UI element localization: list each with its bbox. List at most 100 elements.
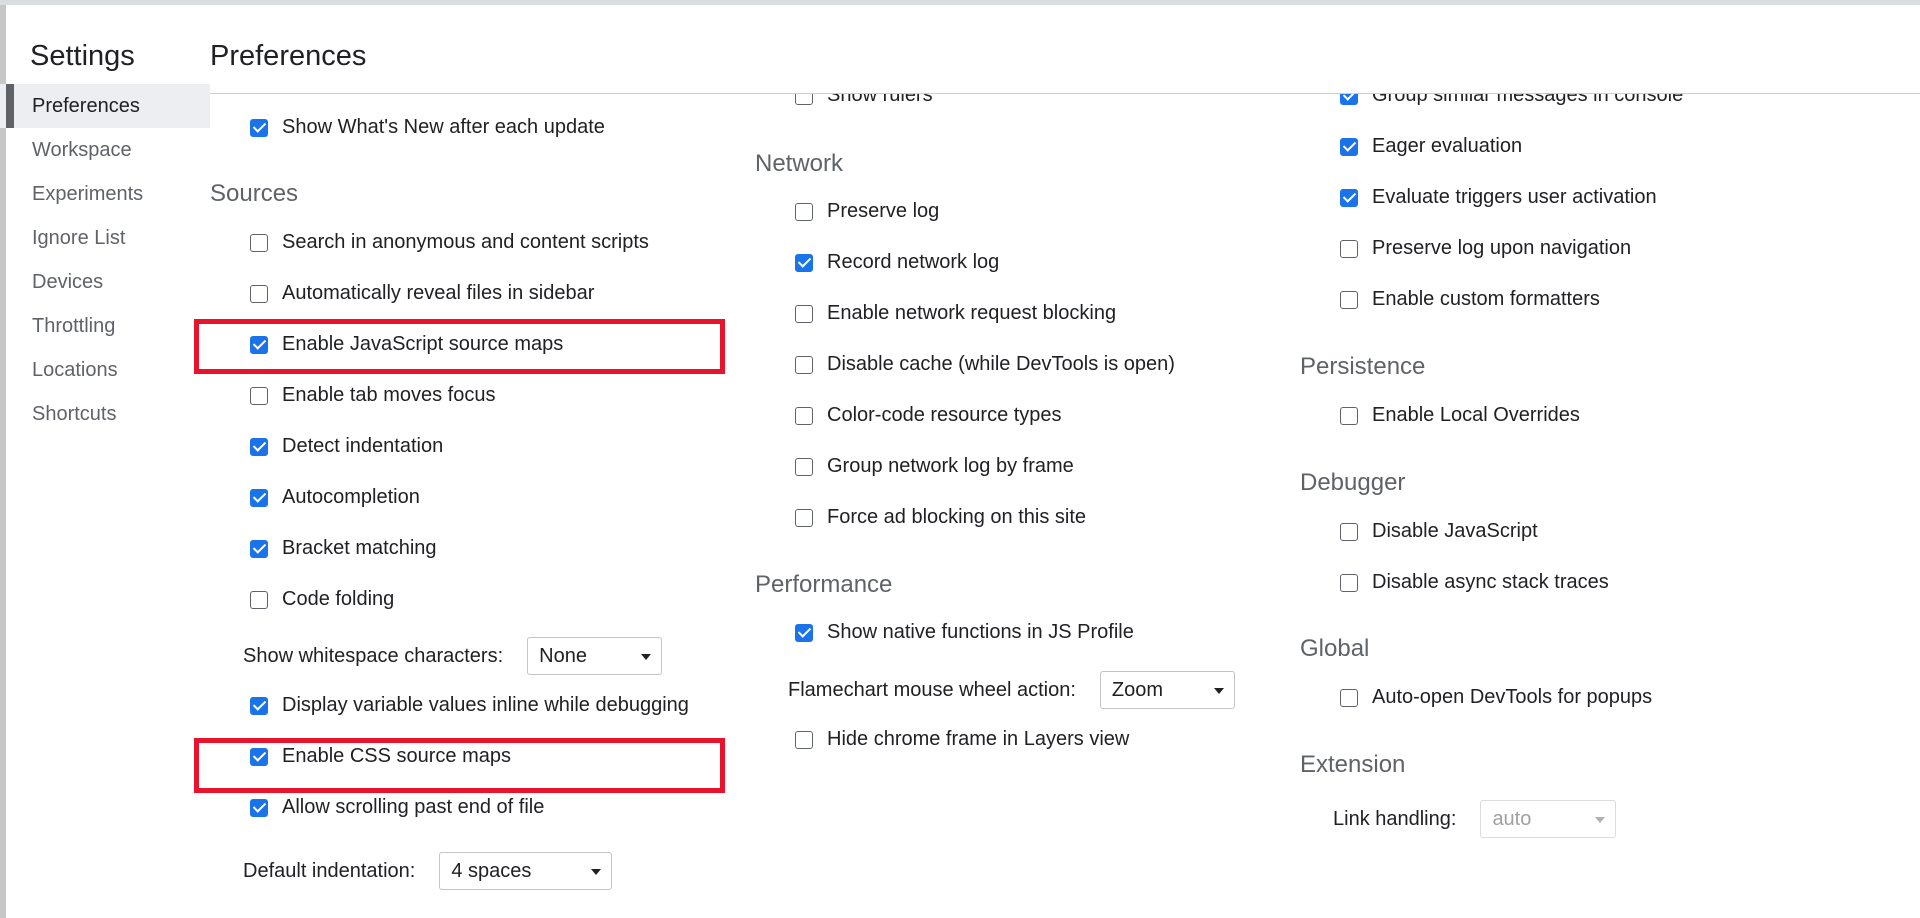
setting-scroll-past-end[interactable]: Allow scrolling past end of file [250, 796, 544, 819]
checkbox[interactable] [795, 355, 813, 374]
setting-autocompletion[interactable]: Autocompletion [250, 486, 420, 509]
setting-label: Enable custom formatters [1372, 288, 1600, 310]
checkbox[interactable] [1340, 522, 1358, 541]
setting-group-by-frame[interactable]: Group network log by frame [795, 455, 1074, 478]
setting-label: Automatically reveal files in sidebar [282, 282, 595, 304]
checkbox[interactable] [795, 508, 813, 527]
checkbox[interactable] [250, 696, 268, 715]
checkbox[interactable] [795, 457, 813, 476]
setting-auto-reveal[interactable]: Automatically reveal files in sidebar [250, 282, 594, 305]
setting-label: Enable tab moves focus [282, 384, 496, 406]
setting-local-overrides[interactable]: Enable Local Overrides [1340, 404, 1580, 427]
checkbox[interactable] [795, 253, 813, 272]
setting-label: Preserve log [827, 200, 940, 222]
setting-label: Enable Local Overrides [1372, 404, 1580, 426]
setting-tab-moves-focus[interactable]: Enable tab moves focus [250, 384, 495, 407]
checkbox[interactable] [250, 233, 268, 252]
setting-label: Link handling: [1333, 807, 1457, 830]
setting-label: Search in anonymous and content scripts [282, 231, 649, 253]
setting-label: Hide chrome frame in Layers view [827, 728, 1130, 750]
checkbox[interactable] [250, 437, 268, 456]
setting-auto-open-devtools[interactable]: Auto-open DevTools for popups [1340, 686, 1652, 709]
setting-show-whats-new[interactable]: Show What's New after each update [250, 116, 605, 139]
checkbox[interactable] [795, 623, 813, 642]
setting-preserve-log-nav[interactable]: Preserve log upon navigation [1340, 237, 1631, 260]
setting-default-indentation: Default indentation: 4 spaces [243, 852, 613, 890]
setting-label: Default indentation: [243, 859, 416, 882]
chevron-down-icon [641, 654, 652, 660]
setting-label: Color-code resource types [827, 404, 1062, 426]
checkbox[interactable] [795, 406, 813, 425]
setting-show-rulers[interactable]: Show rulers [795, 94, 933, 107]
indentation-select[interactable]: 4 spaces [439, 852, 613, 890]
setting-label: Show rulers [827, 94, 933, 106]
setting-disable-async[interactable]: Disable async stack traces [1340, 571, 1609, 594]
setting-eager-evaluation[interactable]: Eager evaluation [1340, 135, 1522, 158]
setting-preserve-log[interactable]: Preserve log [795, 200, 939, 223]
chevron-down-icon [1595, 817, 1606, 823]
select-value: None [539, 645, 587, 667]
checkbox[interactable] [250, 386, 268, 405]
checkbox[interactable] [1340, 688, 1358, 707]
setting-force-ad-blocking[interactable]: Force ad blocking on this site [795, 506, 1086, 529]
setting-label: Flamechart mouse wheel action: [788, 678, 1076, 701]
checkbox[interactable] [250, 539, 268, 558]
setting-search-anonymous[interactable]: Search in anonymous and content scripts [250, 231, 649, 254]
setting-label: Show What's New after each update [282, 116, 605, 138]
checkbox[interactable] [1340, 573, 1358, 592]
setting-label: Group network log by frame [827, 455, 1074, 477]
checkbox[interactable] [795, 730, 813, 749]
highlight-css-source-maps [194, 738, 725, 793]
link-handling-select[interactable]: auto [1480, 800, 1617, 838]
setting-link-handling: Link handling: auto [1333, 800, 1617, 838]
setting-label: Show native functions in JS Profile [827, 621, 1134, 643]
setting-hide-chrome-frame[interactable]: Hide chrome frame in Layers view [795, 728, 1129, 751]
setting-native-functions[interactable]: Show native functions in JS Profile [795, 621, 1134, 644]
checkbox[interactable] [1340, 239, 1358, 258]
setting-label: Code folding [282, 588, 395, 610]
setting-request-blocking[interactable]: Enable network request blocking [795, 302, 1116, 325]
setting-label: Display variable values inline while deb… [282, 694, 689, 716]
section-heading-persistence: Persistence [1300, 353, 1426, 380]
checkbox[interactable] [250, 798, 268, 817]
setting-label: Enable network request blocking [827, 302, 1117, 324]
whitespace-select[interactable]: None [527, 637, 663, 675]
checkbox[interactable] [1340, 94, 1358, 105]
checkbox[interactable] [795, 202, 813, 221]
setting-label: Eager evaluation [1372, 135, 1523, 157]
flamechart-select[interactable]: Zoom [1099, 671, 1235, 709]
section-heading-debugger: Debugger [1300, 469, 1406, 496]
chevron-down-icon [1213, 688, 1224, 694]
setting-label: Preserve log upon navigation [1372, 237, 1632, 259]
window-top-border [0, 0, 1920, 5]
setting-flamechart: Flamechart mouse wheel action: Zoom [788, 671, 1235, 709]
setting-code-folding[interactable]: Code folding [250, 588, 394, 611]
checkbox[interactable] [795, 304, 813, 323]
checkbox[interactable] [1340, 406, 1358, 425]
checkbox[interactable] [250, 590, 268, 609]
setting-group-similar[interactable]: Group similar messages in console [1340, 94, 1683, 107]
select-value: 4 spaces [451, 860, 532, 882]
setting-disable-javascript[interactable]: Disable JavaScript [1340, 520, 1538, 543]
setting-record-network-log[interactable]: Record network log [795, 251, 999, 274]
checkbox[interactable] [795, 94, 813, 105]
setting-custom-formatters[interactable]: Enable custom formatters [1340, 288, 1600, 311]
setting-bracket-matching[interactable]: Bracket matching [250, 537, 437, 560]
setting-disable-cache[interactable]: Disable cache (while DevTools is open) [795, 353, 1175, 376]
setting-color-code[interactable]: Color-code resource types [795, 404, 1062, 427]
setting-label: Disable JavaScript [1372, 520, 1538, 542]
checkbox[interactable] [250, 488, 268, 507]
setting-inline-values[interactable]: Display variable values inline while deb… [250, 694, 689, 717]
section-heading-extension: Extension [1300, 751, 1406, 778]
checkbox[interactable] [250, 118, 268, 137]
page-title: Preferences [210, 40, 367, 72]
setting-detect-indentation[interactable]: Detect indentation [250, 435, 443, 458]
checkbox[interactable] [1340, 137, 1358, 156]
setting-user-activation[interactable]: Evaluate triggers user activation [1340, 186, 1657, 209]
setting-label: Auto-open DevTools for popups [1372, 686, 1653, 708]
setting-label: Disable async stack traces [1372, 571, 1609, 593]
checkbox[interactable] [1340, 290, 1358, 309]
checkbox[interactable] [1340, 188, 1358, 207]
checkbox[interactable] [250, 284, 268, 303]
setting-label: Show whitespace characters: [243, 644, 504, 667]
